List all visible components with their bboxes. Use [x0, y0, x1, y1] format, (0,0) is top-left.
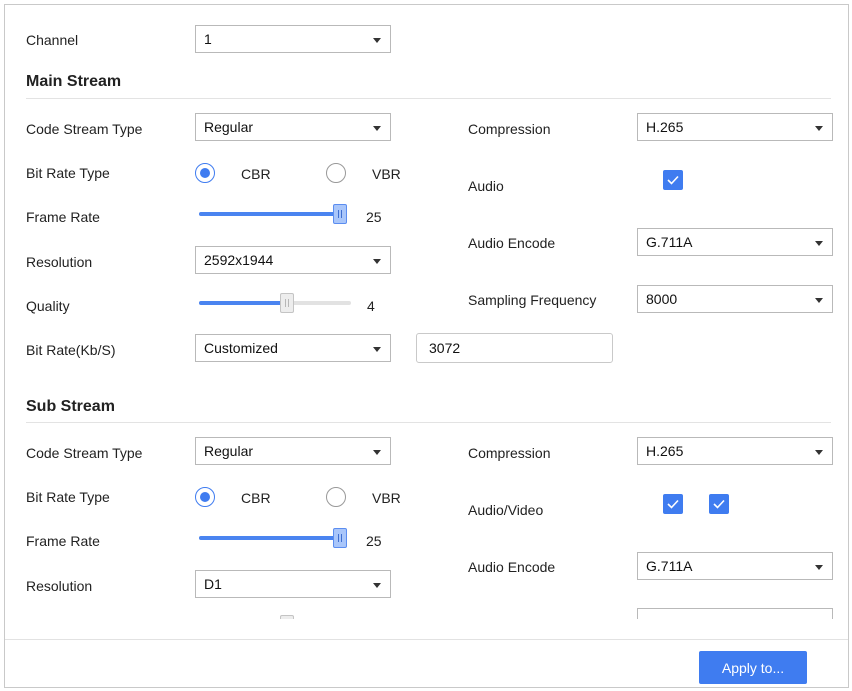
chevron-down-icon: [815, 241, 823, 246]
main-frame-rate-slider[interactable]: [199, 212, 346, 216]
main-bit-rate-mode-select[interactable]: Customized: [195, 334, 391, 362]
main-quality-label: Quality: [26, 298, 70, 314]
chevron-down-icon: [373, 583, 381, 588]
main-quality-slider-handle[interactable]: [280, 293, 294, 313]
chevron-down-icon: [815, 298, 823, 303]
sub-quality-slider-handle[interactable]: [280, 615, 294, 619]
section-divider: [26, 98, 831, 99]
checkmark-icon: [667, 499, 679, 509]
main-vbr-label: VBR: [372, 166, 401, 182]
sub-compression-select[interactable]: H.265: [637, 437, 833, 465]
chevron-down-icon: [815, 126, 823, 131]
sub-vbr-radio[interactable]: [326, 487, 346, 507]
apply-to-button[interactable]: Apply to...: [699, 651, 807, 684]
sub-compression-value: H.265: [646, 443, 684, 459]
main-audio-encode-label: Audio Encode: [468, 235, 556, 251]
main-sampling-frequency-select[interactable]: 8000: [637, 285, 833, 313]
chevron-down-icon: [373, 347, 381, 352]
main-quality-slider[interactable]: [199, 301, 351, 305]
main-code-stream-type-label: Code Stream Type: [26, 121, 143, 137]
sub-resolution-label: Resolution: [26, 578, 93, 594]
sub-audio-encode-label: Audio Encode: [468, 559, 556, 575]
chevron-down-icon: [373, 450, 381, 455]
sub-frame-rate-slider[interactable]: [199, 536, 346, 540]
chevron-down-icon: [373, 38, 381, 43]
chevron-down-icon: [373, 259, 381, 264]
chevron-down-icon: [373, 126, 381, 131]
main-frame-rate-slider-handle[interactable]: [333, 204, 347, 224]
sub-cbr-radio[interactable]: [195, 487, 215, 507]
section-divider: [26, 422, 831, 423]
sub-code-stream-type-label: Code Stream Type: [26, 445, 143, 461]
sub-video-checkbox[interactable]: [709, 494, 729, 514]
sub-stream-title: Sub Stream: [26, 398, 115, 415]
main-code-stream-type-value: Regular: [204, 119, 254, 135]
main-quality-value: 4: [367, 298, 375, 314]
checkmark-icon: [713, 499, 725, 509]
sub-audio-video-label: Audio/Video: [468, 502, 544, 518]
chevron-down-icon: [815, 565, 823, 570]
main-frame-rate-value: 25: [366, 209, 382, 225]
sub-audio-checkbox[interactable]: [663, 494, 683, 514]
sub-resolution-value: D1: [204, 576, 222, 592]
sub-resolution-select[interactable]: D1: [195, 570, 391, 598]
sub-sampling-frequency-select[interactable]: [637, 608, 833, 619]
sub-frame-rate-label: Frame Rate: [26, 533, 100, 549]
channel-value: 1: [204, 31, 212, 47]
main-sampling-frequency-label: Sampling Frequency: [468, 292, 597, 308]
main-code-stream-type-select[interactable]: Regular: [195, 113, 391, 141]
main-bit-rate-input[interactable]: [416, 333, 613, 363]
slider-fill: [199, 301, 288, 305]
sub-frame-rate-value: 25: [366, 533, 382, 549]
main-cbr-label: CBR: [241, 166, 271, 182]
sub-audio-encode-value: G.711A: [646, 558, 693, 574]
sub-code-stream-type-value: Regular: [204, 443, 254, 459]
main-audio-encode-select[interactable]: G.711A: [637, 228, 833, 256]
main-bit-rate-type-label: Bit Rate Type: [26, 165, 110, 181]
settings-scroll-area[interactable]: Channel 1 Main Stream Code Stream Type R…: [5, 5, 848, 619]
sub-audio-encode-select[interactable]: G.711A: [637, 552, 833, 580]
main-audio-label: Audio: [468, 178, 504, 194]
chevron-down-icon: [815, 450, 823, 455]
main-audio-checkbox[interactable]: [663, 170, 683, 190]
slider-fill: [199, 212, 346, 216]
main-compression-label: Compression: [468, 121, 551, 137]
main-compression-select[interactable]: H.265: [637, 113, 833, 141]
footer-bar: Apply to...: [5, 639, 848, 687]
main-bit-rate-mode-value: Customized: [204, 340, 278, 356]
sub-cbr-label: CBR: [241, 490, 271, 506]
main-bit-rate-label: Bit Rate(Kb/S): [26, 342, 116, 358]
sub-frame-rate-slider-handle[interactable]: [333, 528, 347, 548]
main-resolution-label: Resolution: [26, 254, 93, 270]
channel-label: Channel: [26, 32, 79, 48]
sub-compression-label: Compression: [468, 445, 551, 461]
checkmark-icon: [667, 175, 679, 185]
slider-fill: [199, 536, 346, 540]
main-resolution-value: 2592x1944: [204, 252, 274, 268]
main-frame-rate-label: Frame Rate: [26, 209, 100, 225]
main-compression-value: H.265: [646, 119, 684, 135]
main-audio-encode-value: G.711A: [646, 234, 693, 250]
sub-vbr-label: VBR: [372, 490, 401, 506]
main-cbr-radio[interactable]: [195, 163, 215, 183]
main-stream-title: Main Stream: [26, 73, 122, 90]
sub-code-stream-type-select[interactable]: Regular: [195, 437, 391, 465]
main-vbr-radio[interactable]: [326, 163, 346, 183]
sub-bit-rate-type-label: Bit Rate Type: [26, 489, 110, 505]
main-sampling-frequency-value: 8000: [646, 291, 678, 307]
main-resolution-select[interactable]: 2592x1944: [195, 246, 391, 274]
channel-select[interactable]: 1: [195, 25, 391, 53]
settings-panel: Channel 1 Main Stream Code Stream Type R…: [4, 4, 849, 688]
